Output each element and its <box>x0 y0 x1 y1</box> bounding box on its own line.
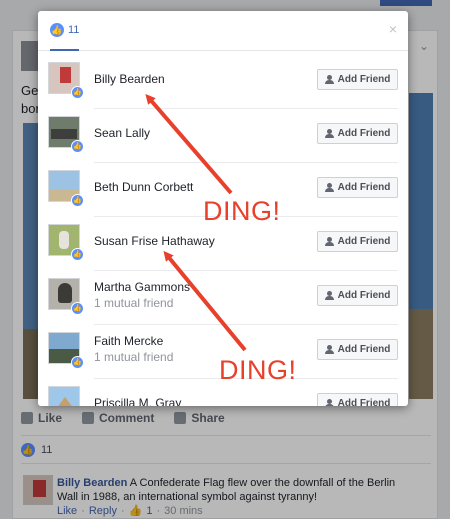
like-icon: 👍 <box>71 302 84 315</box>
like-icon: 👍 <box>71 140 84 153</box>
like-icon: 👍 <box>71 248 84 261</box>
person-name[interactable]: Billy Bearden <box>94 72 165 86</box>
add-friend-icon <box>324 183 334 192</box>
mutual-friends-count[interactable]: 1 mutual friend <box>94 296 173 310</box>
person-name[interactable]: Sean Lally <box>94 126 150 140</box>
add-friend-button[interactable]: Add Friend <box>317 285 398 306</box>
person-name[interactable]: Susan Frise Hathaway <box>94 234 215 248</box>
add-friend-label: Add Friend <box>337 236 391 247</box>
add-friend-icon <box>324 291 334 300</box>
dialog-header: 👍 11 × <box>38 11 408 51</box>
add-friend-icon <box>324 237 334 246</box>
add-friend-label: Add Friend <box>337 290 391 301</box>
add-friend-icon <box>324 129 334 138</box>
list-item: 👍 Billy Bearden Add Friend <box>38 55 408 109</box>
like-icon: 👍 <box>71 356 84 369</box>
tab-all-likes[interactable]: 👍 11 <box>50 11 80 51</box>
annotation-text: DING! <box>203 196 281 226</box>
annotation-text: DING! <box>219 355 297 385</box>
add-friend-icon <box>324 399 334 406</box>
like-icon: 👍 <box>71 86 84 99</box>
add-friend-button[interactable]: Add Friend <box>317 69 398 90</box>
add-friend-label: Add Friend <box>337 344 391 355</box>
avatar[interactable] <box>48 386 80 406</box>
person-name[interactable]: Faith Mercke <box>94 334 163 348</box>
like-icon: 👍 <box>50 23 64 37</box>
add-friend-label: Add Friend <box>337 128 391 139</box>
add-friend-button[interactable]: Add Friend <box>317 393 398 406</box>
person-name[interactable]: Priscilla M. Gray <box>94 396 181 406</box>
tab-like-count: 11 <box>68 24 80 36</box>
add-friend-icon <box>324 75 334 84</box>
add-friend-button[interactable]: Add Friend <box>317 177 398 198</box>
add-friend-label: Add Friend <box>337 182 391 193</box>
list-item: 👍 Martha Gammons 1 mutual friend Add Fri… <box>38 271 408 325</box>
add-friend-label: Add Friend <box>337 398 391 406</box>
add-friend-button[interactable]: Add Friend <box>317 231 398 252</box>
mutual-friends-count[interactable]: 1 mutual friend <box>94 350 173 364</box>
add-friend-button[interactable]: Add Friend <box>317 339 398 360</box>
close-icon[interactable]: × <box>387 22 399 36</box>
add-friend-icon <box>324 345 334 354</box>
person-name[interactable]: Beth Dunn Corbett <box>94 180 193 194</box>
add-friend-button[interactable]: Add Friend <box>317 123 398 144</box>
person-name[interactable]: Martha Gammons <box>94 280 190 294</box>
people-list: 👍 Billy Bearden Add Friend 👍 Sean Lally … <box>38 55 408 406</box>
list-item: 👍 Sean Lally Add Friend <box>38 109 408 163</box>
like-icon: 👍 <box>71 194 84 207</box>
add-friend-label: Add Friend <box>337 74 391 85</box>
